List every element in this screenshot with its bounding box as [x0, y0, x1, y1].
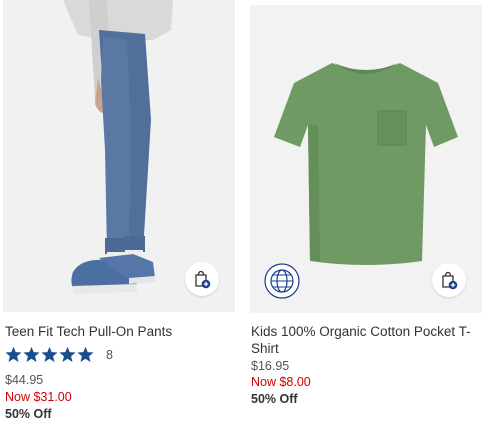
add-to-bag-button[interactable] — [432, 263, 466, 297]
globe-icon — [264, 263, 300, 299]
discount-label: 50% Off — [5, 407, 52, 421]
review-count: 8 — [106, 347, 113, 362]
star-icon — [41, 346, 58, 362]
sale-price: Now $31.00 — [5, 390, 72, 404]
original-price: $44.95 — [5, 373, 44, 387]
product-name[interactable]: Kids 100% Organic Cotton Pocket T-Shirt — [251, 323, 479, 357]
discount-label: 50% Off — [251, 392, 298, 406]
original-price: $16.95 — [251, 359, 290, 373]
product-card-tshirt[interactable]: Kids 100% Organic Cotton Pocket T-Shirt … — [250, 0, 482, 406]
globe-badge — [264, 263, 300, 299]
stars — [5, 346, 94, 363]
sale-price: Now $8.00 — [251, 375, 311, 389]
star-icon — [5, 346, 22, 362]
product-name[interactable]: Teen Fit Tech Pull-On Pants — [5, 323, 233, 340]
add-to-bag-icon — [442, 271, 458, 290]
star-icon — [59, 346, 76, 362]
star-icon — [23, 346, 40, 362]
star-icon — [77, 346, 94, 362]
product-card-pants[interactable]: Teen Fit Tech Pull-On Pants 8 $44.95 Now… — [3, 0, 235, 421]
product-image-tshirt[interactable] — [250, 5, 482, 313]
add-to-bag-button[interactable] — [185, 262, 219, 296]
star-rating[interactable]: 8 — [5, 346, 113, 363]
add-to-bag-icon — [195, 270, 211, 289]
product-image-pants[interactable] — [3, 0, 235, 312]
